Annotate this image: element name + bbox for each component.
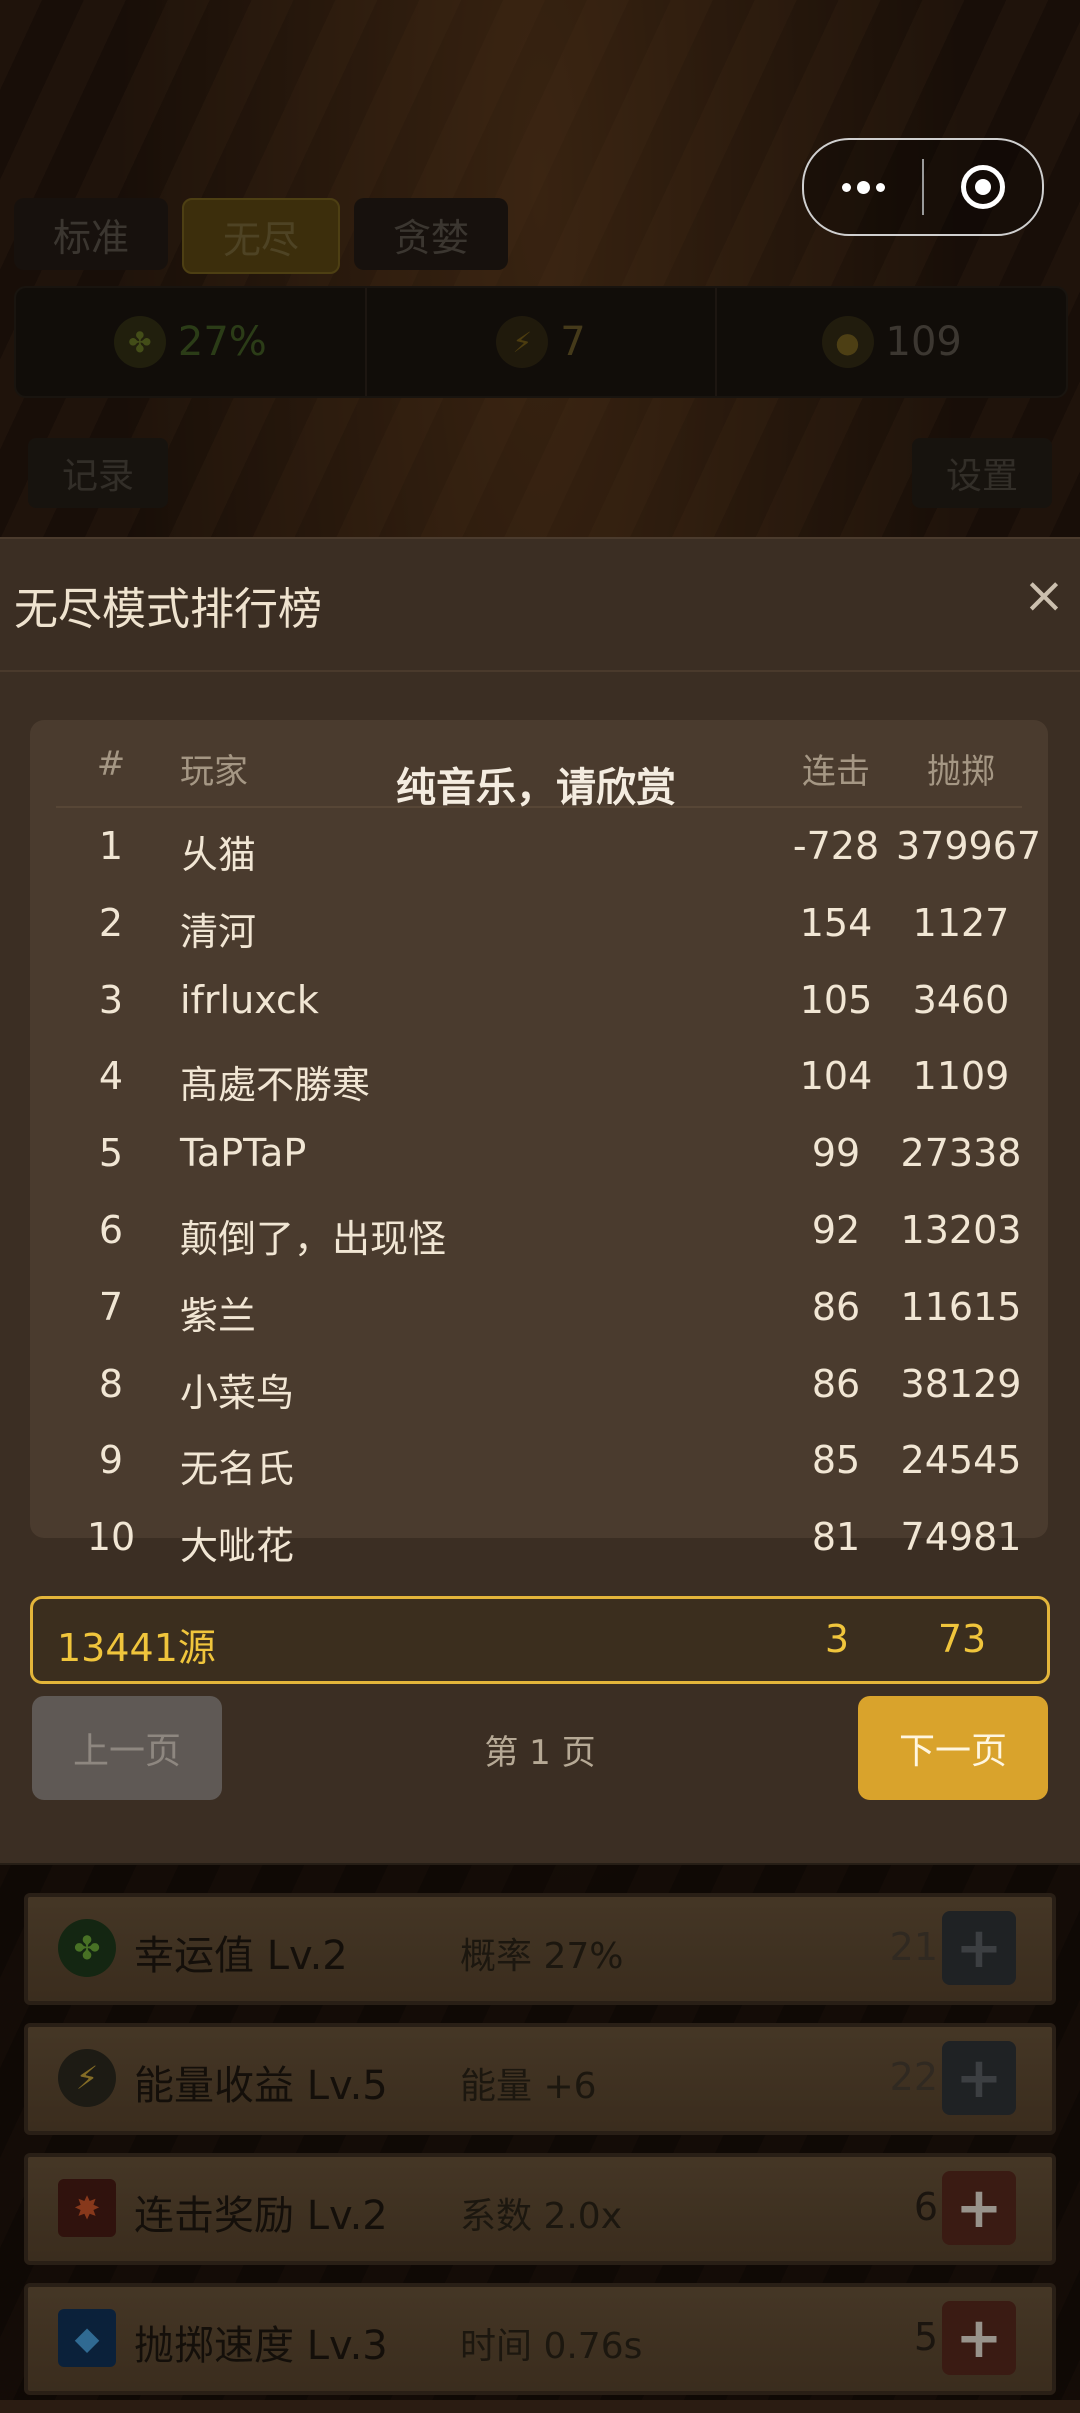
- table-row: 4 髙處不勝寒 104 1109: [56, 1038, 1022, 1115]
- upgrade-effect: 能量 +6: [460, 2066, 597, 2107]
- row-rank: 8: [98, 1361, 124, 1406]
- row-player: ifrluxck: [180, 977, 319, 1022]
- miniprogram-capsule: [802, 138, 1044, 236]
- row-combo: 81: [811, 1515, 861, 1560]
- upgrade-effect: 时间 0.76s: [460, 2326, 643, 2367]
- row-combo: 104: [799, 1054, 873, 1099]
- row-rank: 7: [98, 1284, 124, 1329]
- speed-cube-icon: ◆: [58, 2309, 116, 2367]
- table-row: 6 颠倒了，出现怪 92 13203: [56, 1192, 1022, 1269]
- row-throws: 38129: [900, 1361, 1022, 1406]
- my-throws: 73: [937, 1617, 987, 1661]
- upgrade-plus-button[interactable]: +: [942, 2301, 1016, 2375]
- upgrade-cost: 22: [889, 2055, 938, 2099]
- upgrade-effect: 系数 2.0x: [460, 2196, 623, 2237]
- row-rank: 3: [98, 977, 124, 1022]
- row-throws: 24545: [900, 1438, 1022, 1483]
- upgrade-cost: 6: [913, 2185, 938, 2229]
- table-row: 3 ifrluxck 105 3460: [56, 962, 1022, 1039]
- table-row: 8 小菜鸟 86 38129: [56, 1346, 1022, 1423]
- combo-burst-icon: ✸: [58, 2179, 116, 2237]
- upgrade-plus-button[interactable]: +: [942, 2171, 1016, 2245]
- upgrade-name: 幸运值 Lv.2: [134, 1933, 348, 1979]
- table-body: 1 乆猫 -728 379967 2 清河 154 1127 3 ifrluxck 105 346…: [56, 808, 1041, 1576]
- leaderboard-modal: 无尽模式排行榜 × # 玩家 连击 抛掷 纯音乐，请欣赏 1 乆猫 -728 3799…: [0, 537, 1080, 1865]
- my-player: 13441源: [57, 1626, 216, 1670]
- row-rank: 9: [98, 1438, 124, 1483]
- row-combo: 105: [799, 977, 873, 1022]
- row-rank: 4: [98, 1054, 124, 1099]
- row-player: 紫兰: [180, 1293, 257, 1338]
- row-player: 大呲花: [180, 1524, 295, 1569]
- energy-shield-icon: ⚡: [58, 2049, 116, 2107]
- row-rank: 2: [98, 900, 124, 945]
- row-throws: 74981: [900, 1515, 1022, 1560]
- table-row: 7 紫兰 86 11615: [56, 1269, 1022, 1346]
- upgrade-cost: 21: [889, 1925, 938, 1969]
- row-throws: 27338: [900, 1131, 1022, 1176]
- upgrade-effect: 概率 27%: [460, 1936, 624, 1977]
- upgrade-name: 能量收益 Lv.5: [134, 2063, 388, 2109]
- row-throws: 1127: [912, 900, 1010, 945]
- row-combo: 154: [799, 900, 873, 945]
- more-button[interactable]: [804, 140, 922, 234]
- row-throws: 3460: [912, 977, 1010, 1022]
- upgrade-list: ✤ 幸运值 Lv.2 概率 27% 21 + ⚡ 能量收益 Lv.5 能量 +6…: [24, 1893, 1056, 2413]
- upgrade-cost: 5: [913, 2315, 938, 2359]
- prev-page-button[interactable]: 上一页: [32, 1696, 222, 1800]
- upgrade-item-combo: ✸ 连击奖励 Lv.2 系数 2.0x 6 +: [24, 2153, 1056, 2265]
- modal-title: 无尽模式排行榜: [14, 584, 322, 635]
- row-player: TaPTaP: [180, 1131, 307, 1176]
- table-row: 1 乆猫 -728 379967: [56, 808, 1041, 885]
- header-combo: 连击: [802, 752, 870, 792]
- row-throws: 13203: [900, 1207, 1022, 1252]
- row-combo: 85: [811, 1438, 861, 1483]
- more-dots-icon: [841, 180, 885, 194]
- upgrade-plus-button[interactable]: +: [942, 1911, 1016, 1985]
- row-combo: 86: [811, 1284, 861, 1329]
- row-combo: 92: [811, 1207, 861, 1252]
- table-row: 10 大呲花 81 74981: [56, 1499, 1022, 1576]
- row-rank: 5: [98, 1131, 124, 1176]
- row-player: 髙處不勝寒: [180, 1063, 371, 1108]
- table-row: 2 清河 154 1127: [56, 885, 1022, 962]
- upgrade-name: 连击奖励 Lv.2: [134, 2193, 388, 2239]
- row-combo: -728: [792, 824, 880, 868]
- row-player: 无名氏: [180, 1447, 295, 1492]
- row-player: 乆猫: [180, 833, 257, 877]
- header-player: 玩家: [180, 752, 248, 792]
- target-icon: [961, 165, 1005, 209]
- upgrade-item-luck: ✤ 幸运值 Lv.2 概率 27% 21 +: [24, 1893, 1056, 2005]
- row-player: 颠倒了，出现怪: [180, 1216, 447, 1261]
- divider: [0, 670, 1080, 672]
- upgrade-name: 抛掷速度 Lv.3: [134, 2323, 388, 2369]
- close-icon[interactable]: ×: [1022, 570, 1066, 620]
- row-combo: 99: [811, 1131, 861, 1176]
- row-rank: 1: [98, 824, 124, 868]
- leaderboard-table: # 玩家 连击 抛掷 纯音乐，请欣赏 1 乆猫 -728 379967 2 清河 154 1…: [30, 720, 1048, 1568]
- row-throws: 379967: [896, 824, 1042, 868]
- row-player: 清河: [180, 909, 257, 954]
- my-rank-row: 13441源 3 73: [30, 1596, 1050, 1684]
- row-combo: 86: [811, 1361, 861, 1406]
- music-toast: 纯音乐，请欣赏: [396, 765, 676, 811]
- table-row: 5 TaPTaP 99 27338: [56, 1115, 1022, 1192]
- header-throws: 抛掷: [927, 752, 995, 792]
- upgrade-item-energy: ⚡ 能量收益 Lv.5 能量 +6 22 +: [24, 2023, 1056, 2135]
- row-throws: 1109: [912, 1054, 1010, 1099]
- row-rank: 10: [86, 1515, 136, 1560]
- row-throws: 11615: [900, 1284, 1022, 1329]
- table-row: 9 无名氏 85 24545: [56, 1422, 1022, 1499]
- clover-icon: ✤: [58, 1919, 116, 1977]
- row-player: 小菜鸟: [180, 1370, 295, 1415]
- exit-button[interactable]: [924, 140, 1042, 234]
- my-combo: 3: [824, 1617, 850, 1661]
- upgrade-plus-button[interactable]: +: [942, 2041, 1016, 2115]
- page-indicator: 第 1 页: [484, 1733, 596, 1773]
- next-page-button[interactable]: 下一页: [858, 1696, 1048, 1800]
- upgrade-item-speed: ◆ 抛掷速度 Lv.3 时间 0.76s 5 +: [24, 2283, 1056, 2395]
- header-rank: #: [96, 744, 126, 784]
- row-rank: 6: [98, 1207, 124, 1252]
